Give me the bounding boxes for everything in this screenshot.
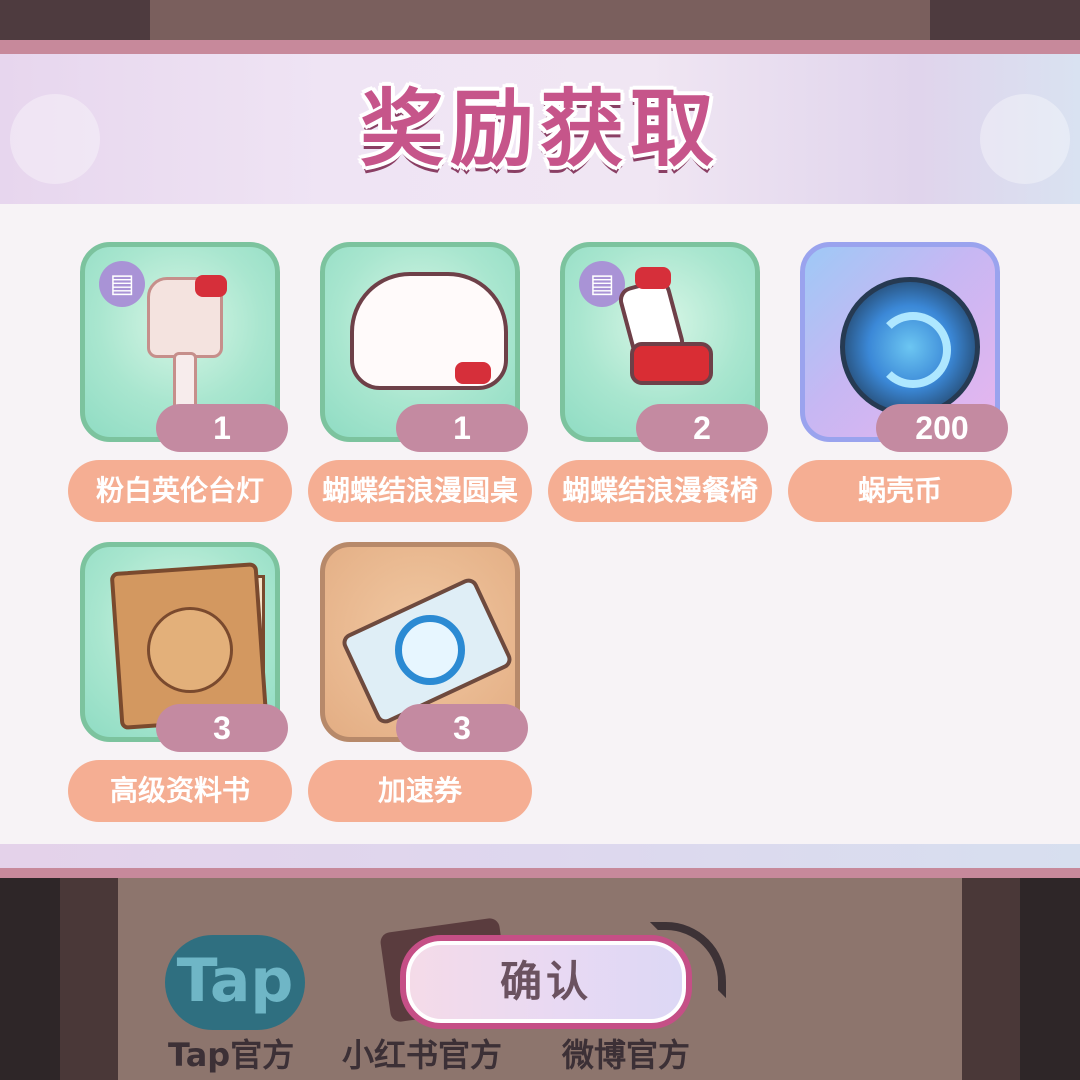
reward-count: 3 (156, 704, 288, 752)
reward-item[interactable]: ▤ 2 蝴蝶结浪漫餐椅 (548, 242, 772, 532)
reward-grid: ▤ 1 粉白英伦台灯 1 蝴蝶结浪漫圆桌 ▤ 2 蝴蝶结浪漫餐椅 200 蜗壳币… (0, 204, 1080, 844)
reward-name: 蝴蝶结浪漫圆桌 (308, 460, 532, 522)
reward-count: 1 (396, 404, 528, 452)
reward-modal: 奖励获取 ▤ 1 粉白英伦台灯 1 蝴蝶结浪漫圆桌 ▤ 2 蝴蝶结浪漫餐椅 20… (0, 40, 1080, 878)
reward-count: 1 (156, 404, 288, 452)
reward-item[interactable]: ▤ 1 粉白英伦台灯 (68, 242, 292, 532)
background-frame-right (962, 876, 1020, 1080)
reward-item[interactable]: 200 蜗壳币 (788, 242, 1012, 532)
reward-count: 200 (876, 404, 1008, 452)
social-link-tap: Tap官方 (168, 1036, 295, 1074)
modal-header: 奖励获取 (0, 54, 1080, 204)
social-link-weibo: 微博官方 (562, 1036, 691, 1074)
reward-name: 蜗壳币 (788, 460, 1012, 522)
modal-title: 奖励获取 (359, 80, 720, 178)
reward-name: 蝴蝶结浪漫餐椅 (548, 460, 772, 522)
reward-name: 粉白英伦台灯 (68, 460, 292, 522)
modal-top-border (0, 40, 1080, 54)
background-frame-left (60, 876, 118, 1080)
reward-item[interactable]: 3 高级资料书 (68, 542, 292, 832)
reward-item[interactable]: 3 加速券 (308, 542, 532, 832)
reward-count: 3 (396, 704, 528, 752)
social-link-xiaohongshu: 小红书官方 (342, 1036, 503, 1074)
reward-item[interactable]: 1 蝴蝶结浪漫圆桌 (308, 242, 532, 532)
modal-bottom-border (0, 868, 1080, 878)
reward-name: 加速券 (308, 760, 532, 822)
tap-logo-icon: Tap (165, 935, 305, 1030)
reward-count: 2 (636, 404, 768, 452)
furniture-tag-icon: ▤ (99, 261, 145, 307)
confirm-button[interactable]: 确认 (400, 935, 692, 1029)
modal-footer (0, 844, 1080, 868)
reward-name: 高级资料书 (68, 760, 292, 822)
